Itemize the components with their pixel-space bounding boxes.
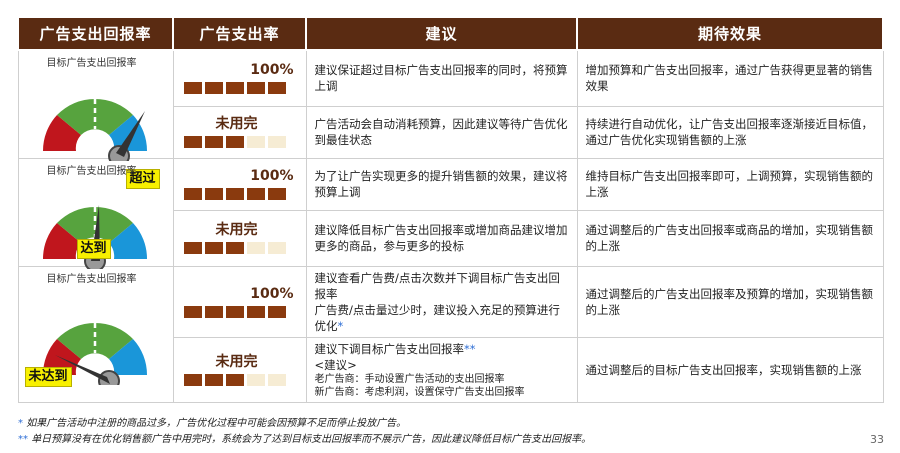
advice-cell: 建议保证超过目标广告支出回报率的同时，将预算上调: [305, 49, 578, 107]
spend-bar: [183, 305, 298, 318]
table-header-row: 广告支出回报率 广告支出率 建议 期待效果: [17, 16, 884, 51]
gauge-not-reached: 目标广告支出回报率 未达到: [17, 265, 174, 403]
advice-cell: 为了让广告实现更多的提升销售额的效果，建议将预算上调: [305, 157, 578, 211]
rate-label: 未用完: [215, 116, 258, 132]
gauge-title: 目标广告支出回报率: [46, 165, 137, 177]
page-number: 33: [870, 433, 884, 446]
header-advice: 建议: [305, 16, 578, 51]
advice-line: 建议下调目标广告支出回报率**: [314, 341, 476, 356]
status-tag-reached: 达到: [76, 238, 111, 259]
spend-bar: [183, 82, 298, 95]
effect-cell: 通过调整后的广告支出回报率及预算的增加，实现销售额的上涨: [576, 265, 884, 338]
rate-label: 100%: [250, 285, 294, 302]
advice-cell: 建议查看广告费/点击次数并下调目标广告支出回报率 广告费/点击量过少时，建议投入…: [305, 265, 578, 338]
header-roas: 广告支出回报率: [17, 16, 174, 51]
footnote-1: * 如果广告活动中注册的商品过多，广告优化过程中可能会因预算不足而停止投放广告。: [18, 418, 407, 429]
spend-bar: [183, 242, 298, 254]
spend-bar: [183, 373, 298, 386]
effect-cell: 持续进行自动优化，让广告支出回报率逐渐接近目标值，通过广告优化实现销售额的上涨: [576, 105, 884, 159]
advice-cell: 广告活动会自动消耗预算，因此建议等待广告优化到最佳状态: [305, 105, 578, 159]
effect-cell: 维持目标广告支出回报率即可，上调预算，实现销售额的上涨: [576, 157, 884, 211]
gauge-title: 目标广告支出回报率: [46, 273, 137, 285]
footnotes: * 如果广告活动中注册的商品过多，广告优化过程中可能会因预算不足而停止投放广告。…: [18, 416, 591, 448]
effect-cell: 通过调整后的目标广告支出回报率，实现销售额的上涨: [576, 336, 884, 403]
header-spend-rate: 广告支出率: [172, 16, 307, 51]
gauge-icon: [42, 98, 147, 161]
spend-rate-full: 100%: [172, 157, 307, 211]
table-row: 目标广告支出回报率 达到 100% 为了让广告实现更多的提升销售额的效果，建议将…: [17, 157, 884, 269]
table-row: 目标广告支出回报率 未达到 100% 建议查看广告费/点击次数并下调目标广告支出…: [17, 265, 884, 403]
spend-rate-full: 100%: [172, 49, 307, 107]
advice-line: <建议>: [314, 357, 357, 372]
status-tag-not-reached: 未达到: [24, 366, 72, 387]
advice-cell: 建议降低目标广告支出回报率或增加商品建议增加更多的商品，参与更多的投标: [305, 209, 578, 267]
rate-label: 100%: [250, 168, 294, 184]
spend-rate-unused: 未用完: [172, 209, 307, 267]
spend-rate-full: 100%: [172, 265, 307, 338]
effect-cell: 增加预算和广告支出回报率，通过广告获得更显著的销售效果: [576, 49, 884, 107]
advice-line: 新广告商：考虑利润，设置保守广告支出回报率: [314, 386, 525, 398]
table-row: 目标广告支出回报率 超过 100% 建议保证超过目标广告支出回报率的同时，将预算…: [17, 49, 884, 189]
spend-rate-unused: 未用完: [172, 336, 307, 403]
footnote-2: ** 单日预算没有在优化销售额广告中用完时，系统会为了达到目标支出回报率而不展示…: [18, 434, 592, 445]
rate-label: 未用完: [215, 222, 258, 238]
header-effect: 期待效果: [576, 16, 884, 51]
advice-line: 老广告商：手动设置广告活动的支出回报率: [314, 373, 505, 385]
spend-bar: [183, 188, 298, 200]
advice-line: 广告费/点击量过少时，建议投入充足的预算进行优化*: [314, 302, 560, 333]
gauge-reached: 目标广告支出回报率 达到: [17, 157, 174, 269]
gauge-exceed: 目标广告支出回报率 超过: [17, 49, 174, 189]
spend-bar: [183, 136, 298, 148]
advice-cell: 建议下调目标广告支出回报率** <建议> 老广告商：手动设置广告活动的支出回报率…: [305, 336, 578, 403]
rate-label: 100%: [250, 62, 294, 79]
spend-rate-unused: 未用完: [172, 105, 307, 159]
roas-guidance-table: 广告支出回报率 广告支出率 建议 期待效果 目标广告支出回报率 超过 100% …: [17, 16, 884, 403]
rate-label: 未用完: [215, 353, 258, 370]
gauge-title: 目标广告支出回报率: [46, 58, 137, 69]
effect-cell: 通过调整后的广告支出回报率或商品的增加，实现销售额的上涨: [576, 209, 884, 267]
advice-line: 建议查看广告费/点击次数并下调目标广告支出回报率: [314, 270, 560, 301]
